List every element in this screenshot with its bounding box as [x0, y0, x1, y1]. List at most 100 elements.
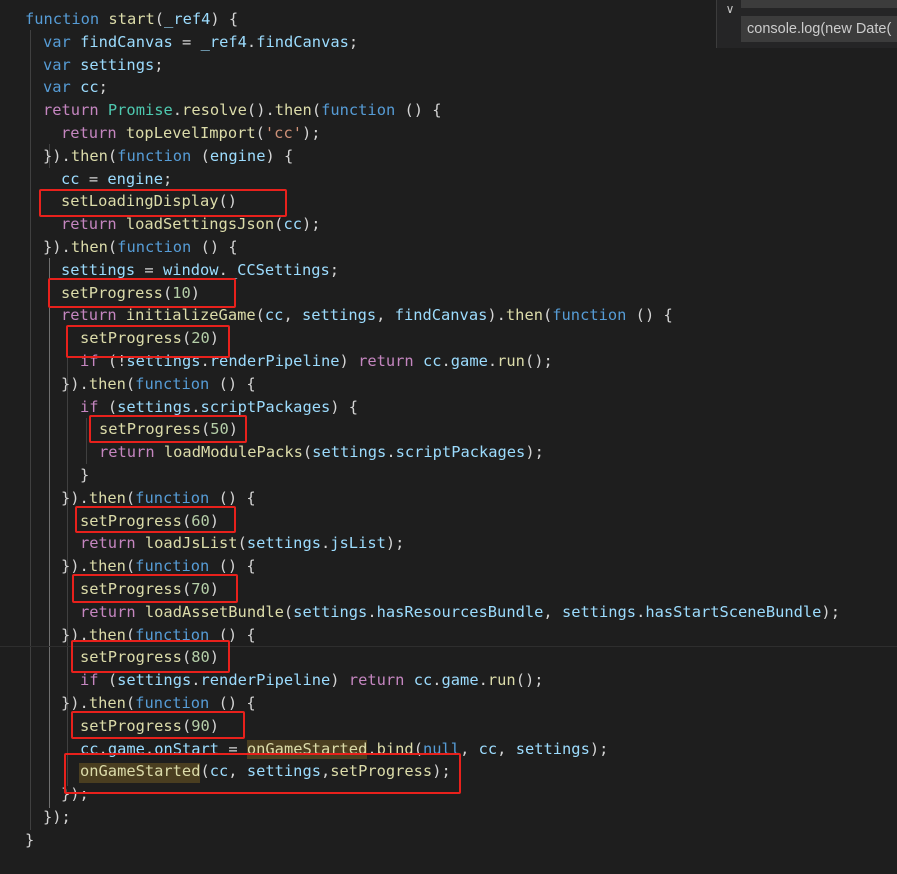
punctuation-token: , [283, 306, 302, 325]
punctuation-token: ( [302, 443, 313, 462]
annotation-box-setprogress-10 [48, 278, 236, 308]
code-line[interactable]: var settings; [43, 54, 164, 76]
identifier-token: scriptPackages [395, 443, 526, 462]
identifier-token: settings [117, 671, 192, 690]
punctuation-token: (); [515, 671, 544, 690]
punctuation-token: . [478, 671, 488, 690]
code-line[interactable]: function start(_ref4) { [25, 8, 238, 30]
code-line[interactable]: }).then(function () { [43, 236, 238, 258]
punctuation-token: ); [821, 602, 840, 621]
identifier-token: cc [283, 215, 302, 234]
keyword-token: function [25, 10, 100, 28]
keyword-token: function [321, 101, 396, 120]
identifier-token: settings [312, 443, 387, 462]
identifier-token: cc [264, 306, 284, 325]
punctuation-token [136, 534, 145, 552]
punctuation-token: }). [61, 557, 89, 576]
identifier-token: _ref4 [164, 10, 211, 28]
punctuation-token: ( [154, 10, 165, 28]
code-line[interactable]: cc = engine; [61, 168, 172, 190]
punctuation-token: () { [626, 306, 673, 325]
identifier-token: hasStartSceneBundle [645, 602, 822, 621]
punctuation-token: , [460, 739, 479, 758]
identifier-token: findCanvas [80, 32, 173, 51]
punctuation-token: ( [125, 488, 136, 507]
code-line[interactable]: return Promise.resolve().then(function (… [43, 99, 442, 121]
punctuation-token: . [172, 101, 183, 120]
punctuation-token: }). [61, 694, 89, 712]
function-name-token: resolve [182, 101, 247, 120]
identifier-token: cc [422, 352, 442, 370]
string-literal-token: 'cc' [264, 124, 302, 142]
identifier-token: settings [561, 602, 637, 621]
function-name-token: then [505, 306, 543, 325]
code-line[interactable]: }); [43, 806, 71, 828]
punctuation-token [99, 101, 108, 119]
function-name-token: then [70, 238, 108, 256]
code-line[interactable]: var findCanvas = _ref4.findCanvas; [43, 31, 358, 53]
identifier-token: window [162, 260, 219, 279]
punctuation-token: ; [329, 260, 340, 279]
function-name-token: loadSettingsJson [125, 215, 275, 234]
identifier-token: cc [478, 739, 498, 758]
function-name-token: run [487, 671, 516, 690]
code-line[interactable]: return loadAssetBundle(settings.hasResou… [80, 601, 840, 623]
punctuation-token: () { [209, 488, 256, 507]
code-line[interactable]: }).then(function () { [61, 373, 256, 395]
punctuation-token: (). [246, 101, 275, 120]
keyword-token: function [117, 238, 192, 256]
identifier-token: cc [80, 78, 99, 97]
punctuation-token: ); [589, 739, 609, 758]
keyword-token: var [43, 55, 71, 74]
code-editor[interactable]: function start(_ref4) {var findCanvas = … [0, 0, 897, 874]
code-line[interactable]: } [80, 464, 89, 486]
identifier-token: findCanvas [394, 306, 488, 325]
punctuation-token: (); [524, 352, 553, 370]
punctuation-token: ); [385, 534, 405, 553]
punctuation-token [136, 603, 145, 621]
find-widget-top-bar [741, 0, 897, 8]
annotation-box-setprogress-80 [71, 640, 230, 673]
code-line[interactable]: }).then(function (engine) { [43, 145, 293, 167]
punctuation-token: . [191, 397, 201, 416]
function-name-token: then [274, 101, 312, 120]
identifier-token: jsList [330, 534, 386, 553]
punctuation-token [414, 352, 423, 370]
control-keyword-token: return [348, 671, 405, 690]
find-input[interactable]: console.log(new Date( [741, 16, 897, 42]
annotation-box-setprogress-90 [71, 711, 245, 739]
punctuation-token: ; [348, 32, 359, 51]
keyword-token: function [135, 694, 210, 712]
identifier-token: settings [302, 306, 377, 325]
punctuation-token: ( [107, 146, 118, 165]
identifier-token: settings [293, 602, 368, 621]
code-line[interactable]: } [25, 829, 34, 851]
punctuation-token [404, 671, 413, 689]
punctuation-token: ( [237, 534, 247, 553]
keyword-token: var [43, 32, 71, 51]
punctuation-token: ( [125, 557, 136, 576]
control-keyword-token: return [61, 215, 117, 234]
identifier-token: settings [61, 260, 136, 279]
control-keyword-token: return [358, 352, 414, 370]
punctuation-token: }); [43, 808, 71, 826]
code-line[interactable]: return loadJsList(settings.jsList); [80, 532, 404, 554]
toggle-replace-chevron-icon[interactable]: ∨ [723, 2, 737, 16]
identifier-token: cc [61, 169, 80, 188]
code-line[interactable]: var cc; [43, 76, 108, 98]
punctuation-token: = [79, 169, 108, 188]
function-name-token: then [70, 146, 108, 165]
punctuation-token: ( [255, 124, 265, 142]
code-line[interactable]: return topLevelImport('cc'); [61, 122, 321, 144]
punctuation-token: ( [191, 146, 210, 165]
punctuation-token [155, 443, 164, 461]
punctuation-token: . [441, 352, 451, 370]
punctuation-token: }). [61, 488, 89, 507]
punctuation-token [71, 78, 80, 96]
code-line[interactable]: return loadModulePacks(settings.scriptPa… [99, 441, 544, 463]
annotation-box-setprogress-60 [75, 506, 236, 533]
identifier-token: _ref4 [200, 32, 247, 51]
function-name-token: start [108, 10, 155, 28]
punctuation-token: ); [301, 124, 321, 142]
punctuation-token: . [320, 534, 331, 553]
